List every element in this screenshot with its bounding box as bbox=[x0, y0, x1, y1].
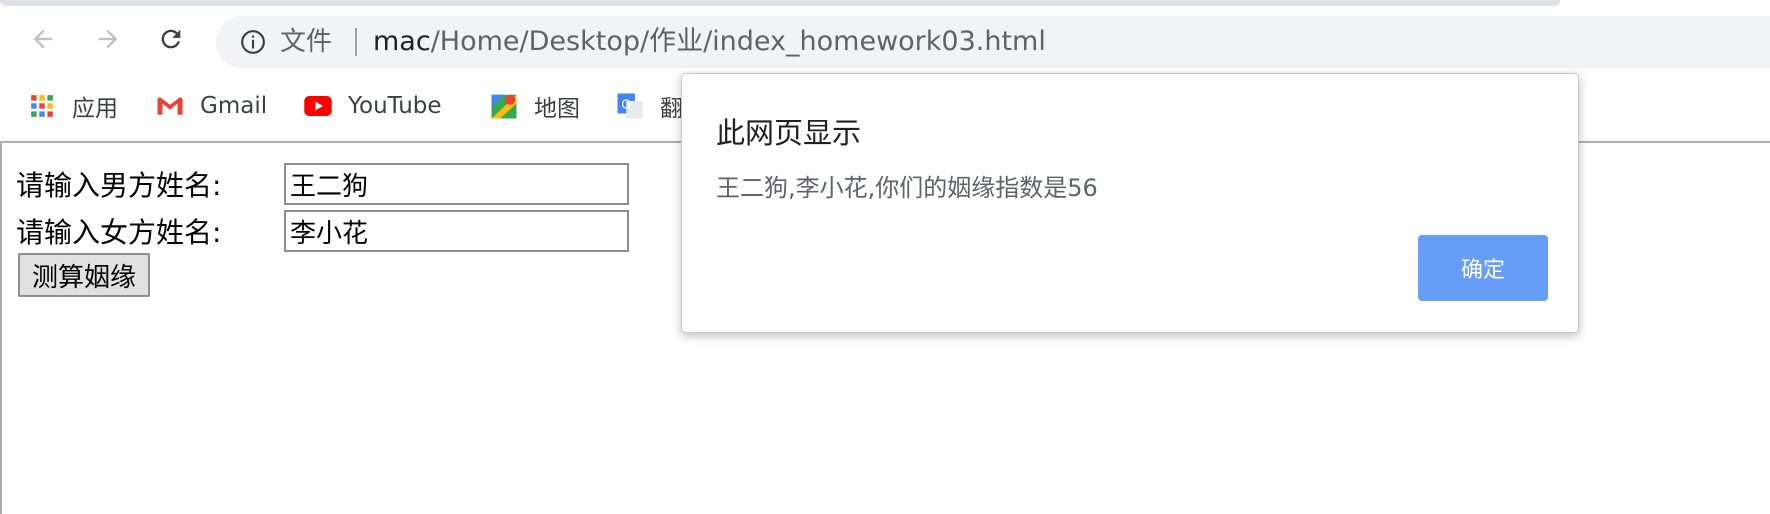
gmail-icon bbox=[154, 90, 186, 122]
dialog-message: 王二狗,李小花,你们的姻缘指数是56 bbox=[716, 174, 1098, 202]
female-name-row: 请输入女方姓名: bbox=[16, 210, 629, 252]
svg-text:G: G bbox=[621, 97, 631, 112]
male-name-label: 请输入男方姓名: bbox=[16, 169, 222, 202]
female-name-label: 请输入女方姓名: bbox=[16, 216, 222, 249]
calculate-button[interactable]: 测算姻缘 bbox=[18, 253, 151, 297]
forward-button[interactable] bbox=[91, 22, 125, 56]
bookmark-youtube[interactable]: YouTube bbox=[302, 86, 442, 126]
tab-strip-edge bbox=[0, 0, 1560, 6]
bookmark-translate[interactable]: G 翻 bbox=[614, 86, 683, 126]
omnibox-separator bbox=[355, 28, 357, 56]
bookmark-label: 翻 bbox=[660, 96, 683, 122]
male-name-input[interactable] bbox=[284, 163, 629, 205]
address-bar[interactable]: 文件 mac/Home/Desktop/作业/index_homework03.… bbox=[216, 16, 1770, 68]
arrow-right-icon bbox=[98, 29, 118, 49]
arrow-left-icon bbox=[33, 29, 53, 49]
url-text[interactable]: mac/Home/Desktop/作业/index_homework03.htm… bbox=[373, 25, 1046, 59]
back-button[interactable] bbox=[26, 22, 60, 56]
reload-button[interactable] bbox=[154, 22, 188, 56]
bookmark-gmail[interactable]: Gmail bbox=[154, 86, 267, 126]
ok-button[interactable]: 确定 bbox=[1418, 235, 1548, 301]
youtube-icon bbox=[302, 90, 334, 122]
url-host: mac bbox=[373, 26, 431, 57]
maps-icon bbox=[488, 90, 520, 122]
male-name-row: 请输入男方姓名: bbox=[16, 163, 629, 205]
bookmark-maps[interactable]: 地图 bbox=[488, 86, 580, 126]
info-icon[interactable] bbox=[240, 29, 266, 55]
bookmark-apps[interactable]: 应用 bbox=[26, 86, 118, 126]
reload-icon bbox=[161, 29, 181, 49]
female-name-input[interactable] bbox=[284, 210, 629, 252]
bookmark-label: 地图 bbox=[534, 96, 580, 122]
origin-chip-label[interactable]: 文件 bbox=[280, 25, 332, 59]
bookmark-label: 应用 bbox=[72, 96, 118, 122]
alert-dialog: 此网页显示 王二狗,李小花,你们的姻缘指数是56 确定 bbox=[681, 73, 1579, 333]
translate-icon: G bbox=[614, 90, 646, 122]
apps-grid-icon bbox=[26, 90, 58, 122]
url-path: /Home/Desktop/作业/index_homework03.html bbox=[430, 26, 1046, 57]
bookmark-label: YouTube bbox=[348, 93, 442, 119]
bookmark-label: Gmail bbox=[200, 93, 268, 119]
dialog-title: 此网页显示 bbox=[716, 116, 862, 150]
